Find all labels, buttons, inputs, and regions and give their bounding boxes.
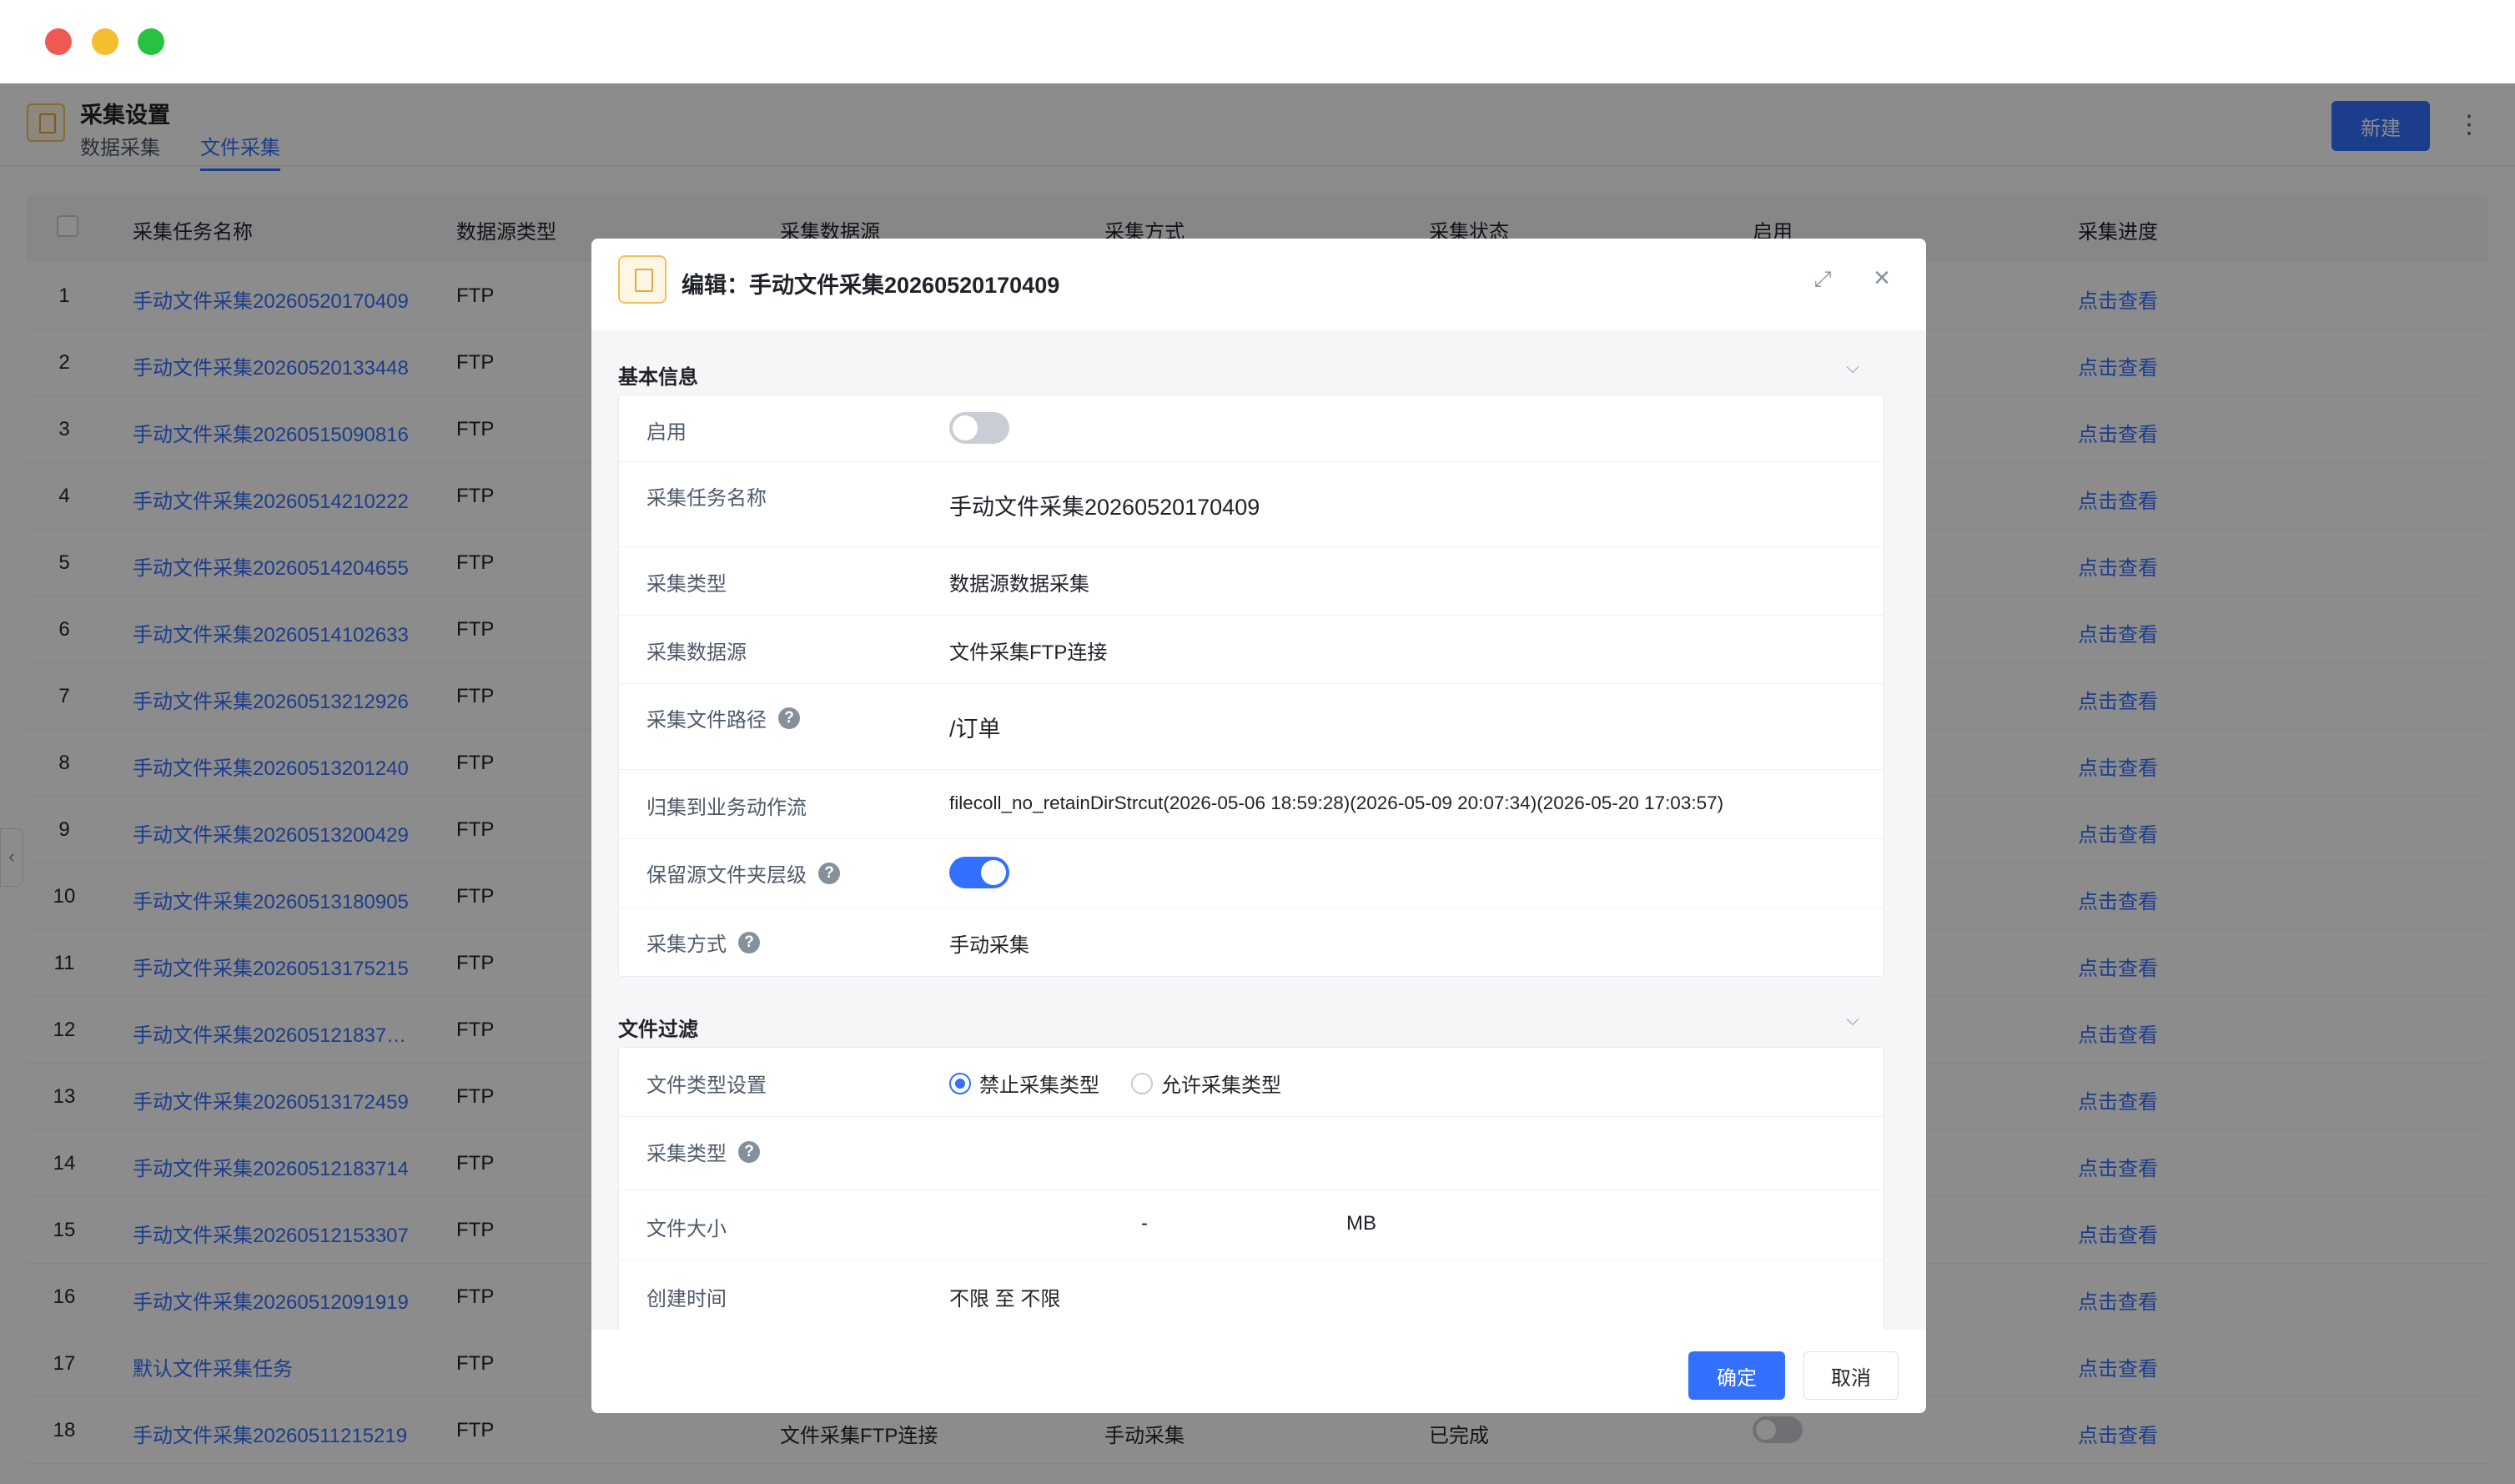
form-row-flow: 归集到业务动作流 filecoll_no_retainDirStrcut(202… (619, 769, 1884, 839)
collect-type-value: 数据源数据采集 (949, 573, 1089, 596)
source-value: 文件采集FTP连接 (949, 641, 1108, 664)
field-label: 采集类型 ? (646, 1137, 760, 1166)
radio-checked-icon (949, 1072, 971, 1094)
form-row-collect-type: 采集类型 ? (619, 1116, 1884, 1190)
form-row-path: 采集文件路径 ? /订单 (619, 683, 1884, 770)
path-label: 采集文件路径 (646, 709, 767, 732)
field-label: 保留源文件夹层级 ? (646, 858, 840, 888)
field-label: 采集类型 (646, 573, 727, 596)
radio-unchecked-icon (1131, 1072, 1153, 1094)
confirm-button[interactable]: 确定 (1688, 1351, 1785, 1400)
help-icon[interactable]: ? (738, 931, 760, 953)
field-label: 归集到业务动作流 (646, 797, 807, 819)
chevron-down-icon[interactable]: ⌵ (1843, 359, 1863, 379)
form-row-filetype: 文件类型设置 禁止采集类型 允许采集类型 (619, 1048, 1884, 1117)
help-icon[interactable]: ? (738, 1140, 760, 1163)
file-filter-card: 文件类型设置 禁止采集类型 允许采集类型 采集类型 ? 文件大小 - MB 创建… (618, 1047, 1884, 1330)
field-label: 采集方式 ? (646, 928, 760, 957)
radio-forbid-type[interactable]: 禁止采集类型 (949, 1069, 1099, 1098)
dialog-footer: 确定 取消 (591, 1330, 1926, 1413)
section-basic-header[interactable]: 基本信息 ⌵ (618, 330, 1886, 397)
help-icon[interactable]: ? (778, 707, 800, 729)
document-icon (618, 255, 666, 304)
form-row-ctime: 创建时间 不限 至 不限 (619, 1260, 1884, 1330)
dialog-title: 编辑：手动文件采集20260520170409 (682, 273, 1060, 298)
help-icon[interactable]: ? (818, 862, 840, 884)
window-titlebar (0, 0, 2515, 83)
basic-info-card: 启用 采集任务名称 手动文件采集20260520170409 采集类型 数据源数… (618, 395, 1884, 977)
edit-dialog: 编辑：手动文件采集20260520170409 ⤢ × 基本信息 ⌵ 启用 采集… (591, 239, 1926, 1413)
path-value[interactable]: /订单 (949, 711, 1001, 743)
form-row-source: 采集数据源 文件采集FTP连接 (619, 615, 1884, 684)
ctime-value[interactable]: 不限 至 不限 (949, 1282, 1060, 1311)
form-row-enabled: 启用 (619, 395, 1884, 462)
enabled-toggle[interactable] (949, 412, 1009, 444)
form-row-mode: 采集方式 ? 手动采集 (619, 908, 1884, 976)
mode-value: 手动采集 (949, 934, 1029, 957)
size-separator: - (1141, 1212, 1148, 1235)
field-label: 文件类型设置 (646, 1074, 767, 1097)
mode-label: 采集方式 (646, 933, 727, 956)
keep-dir-label: 保留源文件夹层级 (646, 864, 807, 887)
radio-label: 允许采集类型 (1161, 1074, 1281, 1097)
close-window-button[interactable] (45, 28, 72, 55)
field-label: 采集任务名称 (646, 487, 767, 510)
form-row-size: 文件大小 - MB (619, 1190, 1884, 1260)
field-label: 采集数据源 (646, 641, 747, 664)
cancel-button[interactable]: 取消 (1803, 1351, 1899, 1400)
maximize-window-button[interactable] (138, 28, 164, 55)
minimize-window-button[interactable] (92, 28, 118, 55)
keep-dir-toggle[interactable] (949, 857, 1009, 888)
field-label: 创建时间 (646, 1288, 727, 1310)
chevron-down-icon[interactable]: ⌵ (1843, 1011, 1863, 1031)
form-row-collect-type: 采集类型 数据源数据采集 (619, 546, 1884, 616)
dialog-header: 编辑：手动文件采集20260520170409 ⤢ × (591, 239, 1926, 330)
radio-allow-type[interactable]: 允许采集类型 (1131, 1069, 1281, 1098)
form-row-keep-dir: 保留源文件夹层级 ? (619, 838, 1884, 908)
close-icon[interactable]: × (1869, 264, 1894, 292)
field-label: 采集文件路径 ? (646, 703, 800, 732)
size-unit: MB (1346, 1212, 1376, 1235)
section-title: 文件过滤 (618, 1019, 698, 1041)
flow-value[interactable]: filecoll_no_retainDirStrcut(2026-05-06 1… (949, 792, 1723, 814)
radio-label: 禁止采集类型 (979, 1074, 1099, 1097)
task-name-value[interactable]: 手动文件采集20260520170409 (949, 489, 1260, 521)
section-filter-header[interactable]: 文件过滤 ⌵ (618, 983, 1886, 1049)
section-title: 基本信息 (618, 366, 698, 389)
form-row-name: 采集任务名称 手动文件采集20260520170409 (619, 461, 1884, 547)
expand-icon[interactable]: ⤢ (1811, 267, 1834, 290)
collect-type-label: 采集类型 (646, 1143, 727, 1165)
dialog-body[interactable]: 基本信息 ⌵ 启用 采集任务名称 手动文件采集20260520170409 采集… (591, 330, 1926, 1330)
field-label: 启用 (646, 421, 687, 444)
field-label: 文件大小 (646, 1218, 727, 1240)
